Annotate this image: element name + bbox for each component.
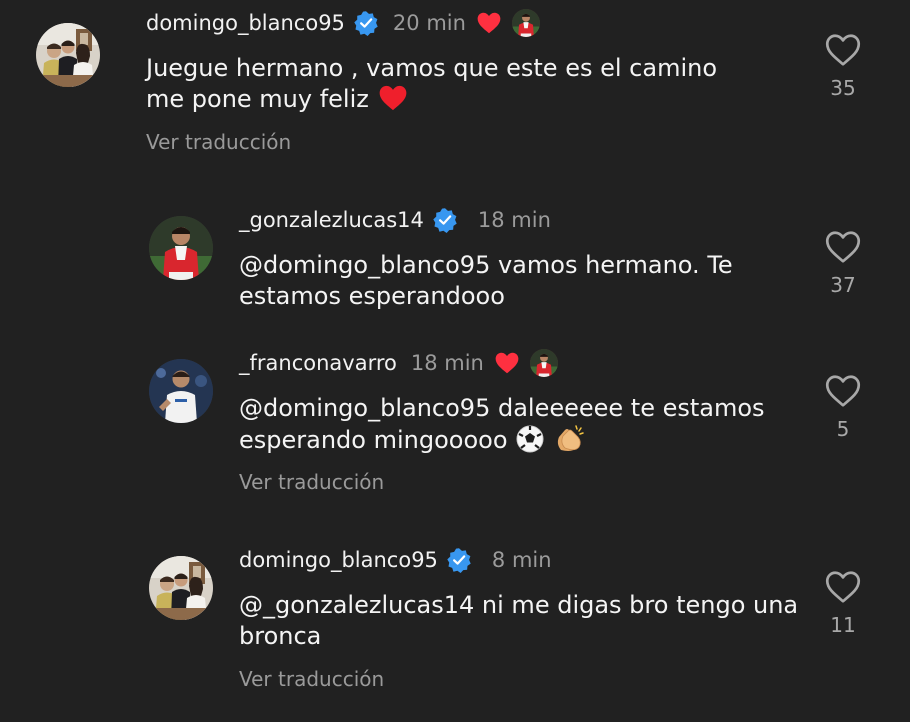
liker-avatar xyxy=(511,9,540,37)
heart-outline-icon xyxy=(825,374,861,408)
comment-body: Juegue hermano , vamos que este es el ca… xyxy=(146,54,718,113)
avatar[interactable] xyxy=(149,216,213,280)
username[interactable]: domingo_blanco95 xyxy=(146,9,345,37)
heart-outline-icon xyxy=(825,570,861,604)
liker-avatar xyxy=(529,349,558,377)
username[interactable]: _gonzalezlucas14 xyxy=(239,206,424,234)
like-button[interactable]: 35 xyxy=(813,33,873,100)
username[interactable]: domingo_blanco95 xyxy=(239,546,438,574)
clapping-hands-emoji-icon xyxy=(557,425,584,451)
timestamp: 20 min xyxy=(392,11,466,35)
avatar-photo xyxy=(149,556,213,620)
avatar[interactable] xyxy=(149,556,213,620)
like-count: 11 xyxy=(830,613,856,637)
comment-text: Juegue hermano , vamos que este es el ca… xyxy=(146,53,746,115)
timestamp: 8 min xyxy=(491,548,552,572)
like-button[interactable]: 11 xyxy=(813,570,873,637)
avatar-photo xyxy=(149,359,213,423)
like-button[interactable]: 37 xyxy=(813,230,873,297)
mention-link[interactable]: @_gonzalezlucas14 xyxy=(239,591,474,619)
author-liked-heart-icon xyxy=(476,11,502,35)
avatar-photo xyxy=(36,23,100,87)
comment-header: _franconavarro 18 min xyxy=(239,349,558,377)
red-heart-emoji-icon xyxy=(379,85,406,111)
avatar[interactable] xyxy=(149,359,213,423)
mention-link[interactable]: @domingo_blanco95 xyxy=(239,394,490,422)
username[interactable]: _franconavarro xyxy=(239,349,397,377)
comment-text: @domingo_blanco95 vamos hermano. Te esta… xyxy=(239,250,839,312)
heart-outline-icon xyxy=(825,33,861,67)
verified-badge-icon xyxy=(446,547,472,573)
avatar[interactable] xyxy=(36,23,100,87)
verified-badge-icon xyxy=(353,10,379,36)
comment-header: domingo_blanco95 8 min xyxy=(239,546,552,574)
see-translation-link[interactable]: Ver traducción xyxy=(146,130,291,154)
soccer-ball-emoji-icon xyxy=(516,425,544,453)
avatar-photo xyxy=(149,216,213,280)
like-button[interactable]: 5 xyxy=(813,374,873,441)
verified-badge-icon xyxy=(432,207,458,233)
comment-header: domingo_blanco95 20 min xyxy=(146,9,540,37)
comment-text: @_gonzalezlucas14 ni me digas bro tengo … xyxy=(239,590,839,652)
like-count: 37 xyxy=(830,273,856,297)
author-liked-heart-icon xyxy=(494,351,520,375)
see-translation-link[interactable]: Ver traducción xyxy=(239,667,384,691)
like-count: 5 xyxy=(836,417,850,441)
comment-text: @domingo_blanco95 daleeeeee te estamos e… xyxy=(239,393,839,456)
like-count: 35 xyxy=(830,76,856,100)
timestamp: 18 min xyxy=(410,351,484,375)
heart-outline-icon xyxy=(825,230,861,264)
mention-link[interactable]: @domingo_blanco95 xyxy=(239,251,490,279)
comment-header: _gonzalezlucas14 18 min xyxy=(239,206,551,234)
timestamp: 18 min xyxy=(477,208,551,232)
see-translation-link[interactable]: Ver traducción xyxy=(239,470,384,494)
